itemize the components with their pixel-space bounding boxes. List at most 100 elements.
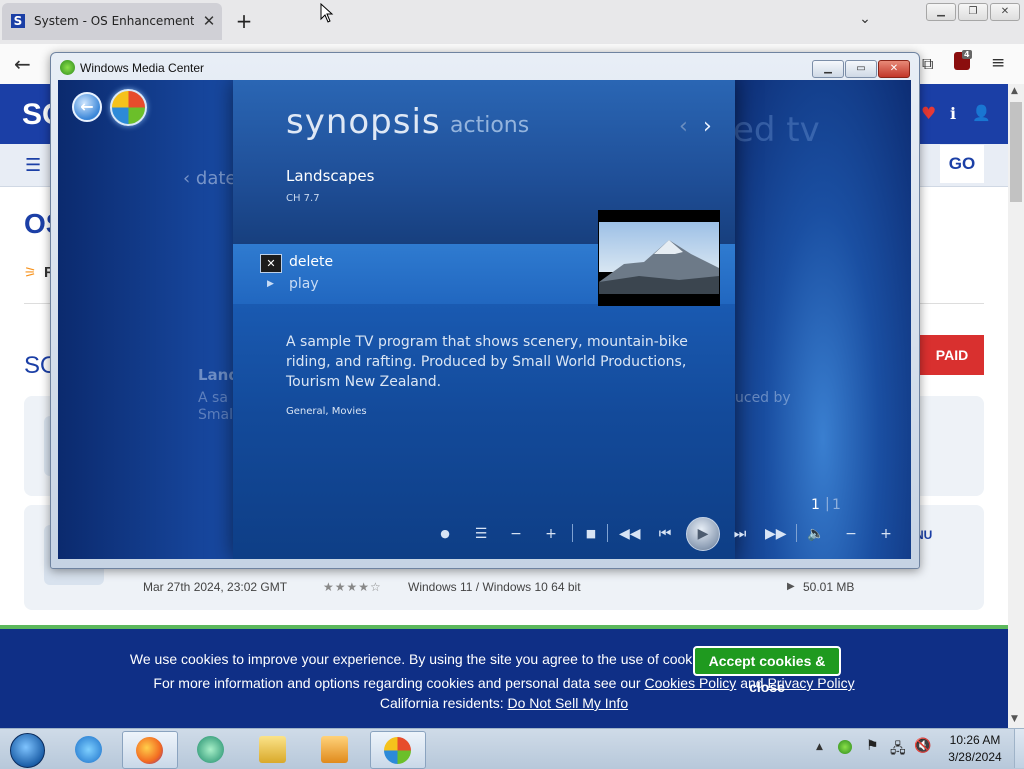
tray-app-icon[interactable] (838, 740, 852, 754)
guide-list-icon[interactable]: ☰ (472, 524, 490, 544)
rewind-icon[interactable]: ◀◀ (619, 524, 641, 544)
background-glow (735, 80, 911, 559)
program-genre: General, Movies (286, 406, 367, 417)
tab-actions[interactable]: actions (450, 113, 529, 138)
california-text: California residents: (379, 695, 504, 711)
tab-close-button[interactable]: ✕ (201, 13, 217, 29)
maximize-button[interactable]: ❐ (958, 3, 988, 21)
background-date-sort: ‹ date (183, 168, 237, 189)
action-center-flag-icon[interactable]: ⚑ (866, 738, 879, 754)
play-icon[interactable]: ▶ (267, 279, 274, 289)
accept-cookies-button[interactable]: Accept cookies & close (693, 646, 841, 695)
action-delete[interactable]: delete (289, 254, 333, 270)
channel-down-icon[interactable]: − (508, 524, 524, 544)
background-desc: Smal (198, 407, 233, 423)
user-icon[interactable]: 👤 (972, 104, 991, 122)
site-favicon: S (11, 14, 25, 28)
chevron-right-icon[interactable]: › (703, 114, 712, 139)
tab-list-chevron-icon[interactable]: ⌄ (855, 11, 875, 31)
tab-synopsis[interactable]: synopsis (286, 102, 441, 142)
taskbar-explorer[interactable] (246, 731, 300, 767)
cookies-policy-link[interactable]: Cookies Policy (644, 675, 736, 691)
do-not-sell-link[interactable]: Do Not Sell My Info (508, 695, 629, 711)
start-button[interactable] (2, 731, 50, 768)
new-tab-button[interactable]: + (234, 11, 254, 31)
os-compatibility: Windows 11 / Windows 10 64 bit (408, 580, 581, 594)
play-button-icon[interactable]: ▶ (686, 517, 720, 551)
network-icon[interactable]: 🖧 (890, 738, 906, 762)
back-arrow-icon[interactable]: ← (14, 54, 34, 74)
stop-icon[interactable]: ■ (584, 524, 598, 544)
browser-menu-icon[interactable]: ≡ (991, 53, 1005, 73)
fast-forward-icon[interactable]: ▶▶ (765, 524, 787, 544)
internet-explorer-icon (75, 736, 102, 763)
show-desktop-button[interactable] (1014, 729, 1024, 768)
scroll-up-icon[interactable]: ▲ (1011, 86, 1018, 96)
info-icon[interactable]: i (950, 104, 956, 123)
program-title: Landscapes (286, 167, 375, 185)
clock-date[interactable]: 3/28/2024 (940, 750, 1010, 764)
cookie-info-text: For more information and options regardi… (153, 675, 641, 691)
chevron-left-icon[interactable]: ‹ (679, 114, 688, 139)
synopsis-panel: synopsis actions ‹ › Landscapes CH 7.7 ✕… (233, 80, 735, 559)
file-size: 50.01 MB (803, 580, 855, 594)
show-hidden-icons-icon[interactable]: ▲ (816, 742, 823, 752)
channel-up-icon[interactable]: + (543, 524, 559, 544)
mouse-cursor-icon (320, 3, 334, 23)
control-divider (607, 524, 608, 542)
search-go-button[interactable]: GO (940, 145, 984, 183)
rss-icon[interactable]: ⚞ (24, 265, 37, 281)
control-divider (796, 524, 797, 542)
windows-start-icon (10, 733, 45, 768)
media-player-icon (321, 736, 348, 763)
mute-speaker-icon[interactable]: 🔈 (806, 524, 826, 544)
taskbar-media-player[interactable] (308, 731, 362, 767)
skip-back-icon[interactable]: ⏮ (656, 524, 674, 544)
action-play[interactable]: play (289, 276, 319, 292)
media-center-icon (384, 737, 411, 764)
media-center-content: rded tv ‹ date Land A sa Smal uced by ← … (58, 80, 911, 559)
taskbar-firefox[interactable] (122, 731, 178, 769)
back-arrow-icon[interactable]: ← (72, 92, 102, 122)
wmc-restore-button[interactable]: ▭ (845, 60, 877, 78)
media-center-title-icon (60, 60, 75, 75)
control-divider (572, 524, 573, 542)
arrow-right-icon: ▶ (787, 581, 795, 592)
tab-title: System - OS Enhancements Do (34, 14, 194, 28)
mountain-image (599, 240, 719, 294)
rating-stars: ★★★★☆ (323, 580, 382, 594)
window-title: Windows Media Center (80, 61, 205, 75)
cookie-banner: We use cookies to improve your experienc… (0, 625, 1008, 732)
delete-icon[interactable]: ✕ (260, 254, 282, 273)
extensions-icon[interactable]: ⧉ (922, 54, 933, 74)
page-current: 1 (811, 497, 820, 513)
minimize-button[interactable]: ▁ (926, 3, 956, 21)
background-desc: A sa (198, 390, 228, 406)
firefox-icon (136, 737, 163, 764)
skip-forward-icon[interactable]: ⏭ (731, 524, 749, 544)
scroll-down-icon[interactable]: ▼ (1011, 714, 1018, 724)
program-thumbnail (598, 210, 720, 306)
taskbar-messenger[interactable] (184, 731, 238, 767)
paid-badge[interactable]: PAID (920, 335, 984, 375)
hamburger-menu-icon[interactable]: ☰ (25, 155, 41, 176)
record-icon[interactable]: ● (438, 524, 452, 544)
heart-icon[interactable]: ♥ (921, 104, 936, 124)
wmc-close-button[interactable]: ✕ (878, 60, 910, 78)
cookie-notice-text: We use cookies to improve your experienc… (129, 651, 715, 667)
window-close-button[interactable]: ✕ (990, 3, 1020, 21)
wmc-minimize-button[interactable]: ▁ (812, 60, 844, 78)
messenger-icon (197, 736, 224, 763)
windows-orb-icon[interactable] (110, 89, 147, 126)
taskbar-internet-explorer[interactable] (62, 731, 116, 767)
taskbar-media-center[interactable] (370, 731, 426, 769)
browser-tab[interactable]: S System - OS Enhancements Do ✕ (2, 3, 222, 40)
extension-badge: 4 (962, 50, 972, 59)
clock-time[interactable]: 10:26 AM (940, 733, 1010, 747)
page-scrollbar[interactable]: ▲ ▼ (1008, 84, 1024, 728)
folder-icon (259, 736, 286, 763)
volume-up-icon[interactable]: + (878, 524, 894, 544)
volume-muted-icon[interactable]: 🔇 (914, 738, 931, 754)
scroll-thumb[interactable] (1010, 102, 1022, 202)
volume-down-icon[interactable]: − (843, 524, 859, 544)
